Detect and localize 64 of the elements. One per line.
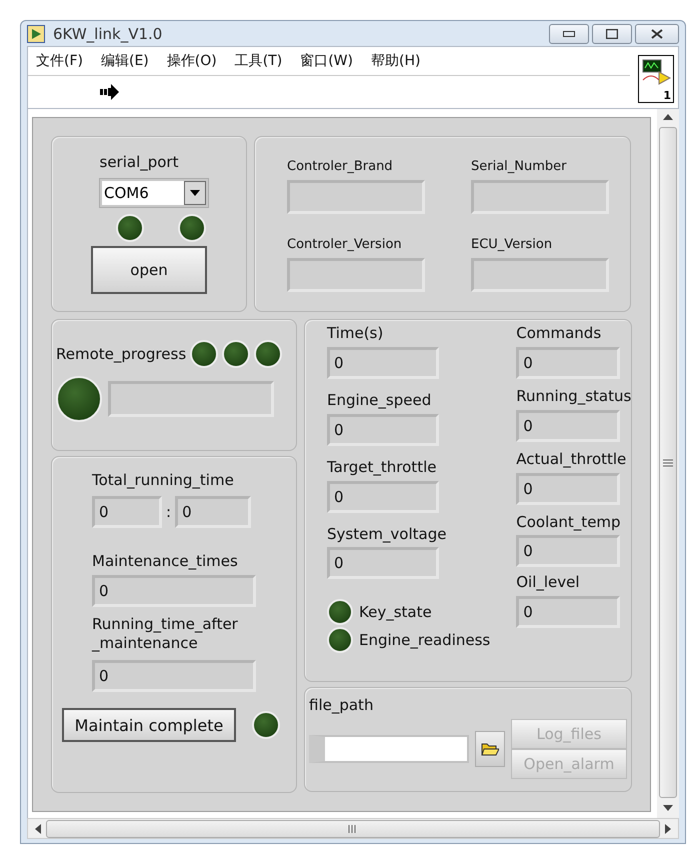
file-path-field[interactable] (309, 735, 469, 764)
scrollbar-thumb[interactable] (659, 127, 677, 798)
value-field: 0 (516, 535, 620, 568)
value-field: 0 (327, 347, 439, 380)
status-label: Engine_readiness (359, 631, 490, 650)
value-field: 0 (516, 410, 620, 442)
serial-port-dropdown[interactable]: COM6 (99, 178, 209, 208)
field-label: Oil_level (516, 573, 580, 592)
field-label: Coolant_temp (516, 512, 621, 532)
field-label: Controler_Version (287, 237, 402, 254)
field-label: ECU_Version (471, 237, 552, 254)
field-label: Running_status (516, 387, 632, 406)
value-field: 0 (516, 472, 620, 505)
value-field: 0 (327, 547, 439, 580)
menu-item[interactable]: 操作(O) (166, 52, 217, 70)
field-label: Actual_throttle (516, 450, 626, 469)
value-field: 0 (327, 480, 439, 513)
field-label: Maintenance_times (92, 552, 239, 571)
close-button[interactable] (635, 24, 679, 44)
field-label: file_path (309, 696, 374, 716)
scroll-left-icon[interactable] (34, 824, 42, 834)
field-label: System_voltage (327, 524, 446, 544)
open-button[interactable]: open (91, 246, 207, 294)
field-label: Total_running_time (92, 471, 235, 490)
folder-icon (481, 742, 499, 756)
field-label: Controler_Brand (287, 159, 393, 176)
maximize-icon (606, 28, 618, 39)
browse-button[interactable] (475, 731, 505, 768)
close-icon (651, 28, 663, 39)
field-label: Engine_speed (327, 391, 432, 410)
minutes-field: 0 (175, 496, 252, 528)
value-field: 0 (516, 347, 620, 380)
field-label: Time(s) (327, 324, 384, 344)
field-label: serial_port (100, 153, 178, 172)
scroll-right-icon[interactable] (664, 824, 672, 834)
value-field: 0 (516, 596, 620, 628)
minimize-button[interactable] (549, 24, 589, 44)
caret-icon (190, 190, 200, 196)
status-label: Key_state (359, 603, 432, 622)
scroll-up-icon[interactable] (663, 113, 673, 122)
menu-item[interactable]: 工具(T) (234, 52, 282, 70)
app-icon (27, 24, 45, 43)
field-label: Commands (516, 324, 602, 344)
menu-item[interactable]: 编辑(E) (100, 52, 149, 70)
menu-item[interactable]: 文件(F) (36, 52, 83, 70)
menu-item[interactable]: 帮助(H) (370, 52, 420, 70)
vi-icon: 1 (638, 55, 674, 104)
field-label: Remote_progress (56, 345, 186, 364)
value-field: 0 (327, 414, 439, 446)
field-label: Running_time_after _maintenance (92, 614, 239, 652)
scroll-down-icon[interactable] (663, 804, 673, 812)
menu-item[interactable]: 窗口(W) (300, 52, 353, 70)
grip-icon (663, 458, 673, 467)
scrollbar-thumb[interactable] (46, 820, 660, 838)
field-label: Serial_Number (471, 159, 567, 176)
separator-text: : (166, 502, 172, 522)
maintain-complete-button[interactable]: Maintain complete (62, 708, 236, 742)
minimize-icon (563, 30, 575, 37)
field-label: Target_throttle (327, 458, 436, 477)
maximize-button[interactable] (592, 24, 632, 44)
window-title: 6KW_link_V1.0 (53, 24, 164, 43)
run-arrow-icon[interactable] (100, 84, 120, 100)
grip-icon (348, 824, 358, 833)
hours-field: 0 (92, 496, 162, 528)
